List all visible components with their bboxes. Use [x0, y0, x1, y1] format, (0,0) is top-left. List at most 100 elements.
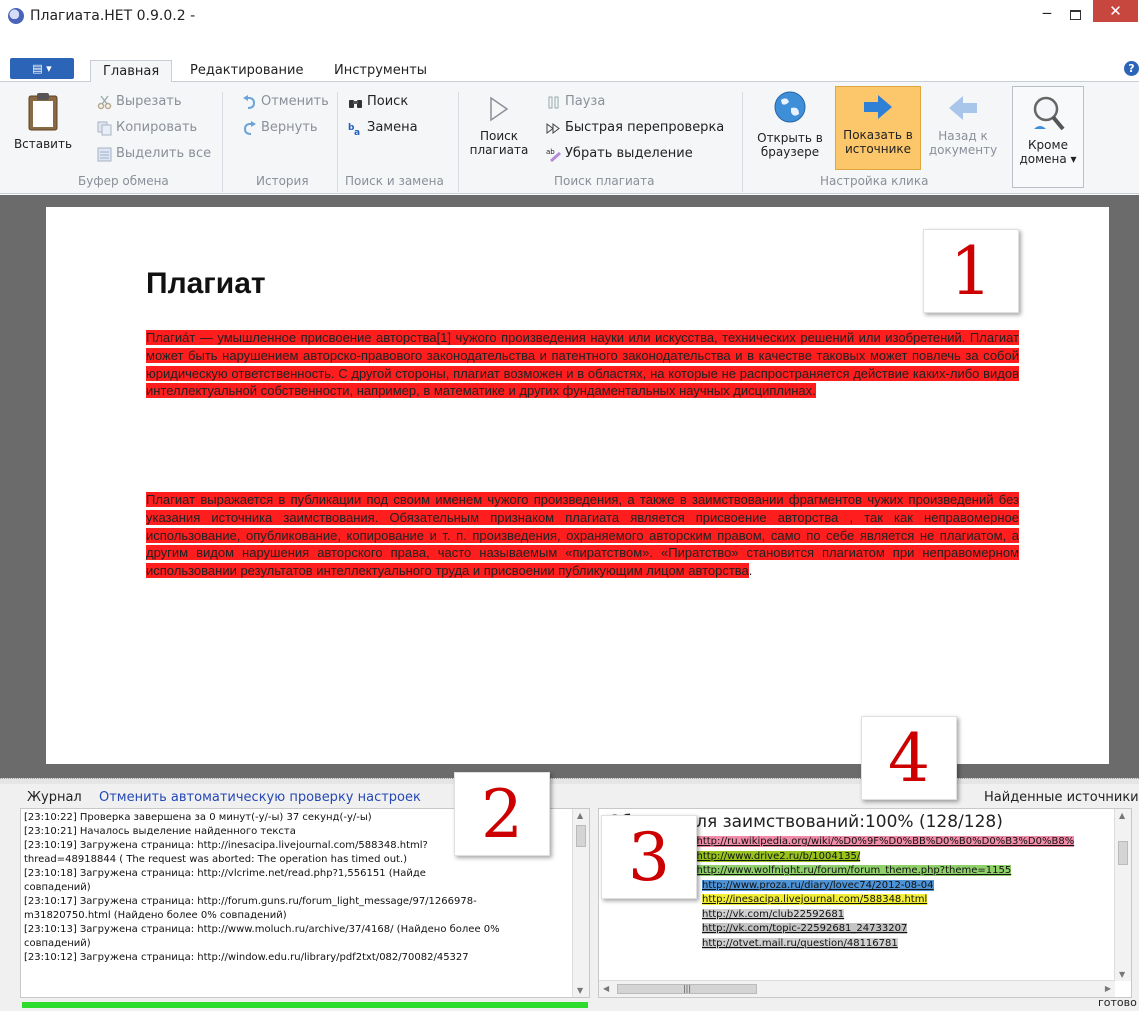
clipboard-icon [28, 93, 58, 131]
document-page[interactable]: Плагиат Плагиáт — умышленное присвоение … [46, 207, 1109, 764]
title-bar: Плагиата.НЕТ 0.9.0.2 - ‒ ✕ [0, 0, 1139, 32]
open-in-browser-button[interactable]: Открыть в браузере [752, 90, 828, 159]
scroll-thumb[interactable] [576, 825, 586, 847]
document-heading: Плагиат [146, 267, 266, 300]
fast-forward-icon [546, 122, 560, 134]
source-url-link[interactable]: http://vk.com/topic-22592681_24733207 [702, 923, 908, 934]
maximize-icon [1070, 10, 1081, 20]
log-line: совпадений) [24, 938, 91, 949]
journal-label: Журнал [27, 790, 82, 805]
app-icon [8, 8, 24, 24]
group-separator [458, 92, 459, 192]
source-url-link[interactable]: http://www.wolfnight.ru/forum/forum_them… [696, 865, 1012, 876]
copy-icon [97, 121, 112, 135]
select-all-icon [97, 147, 112, 161]
show-in-source-label: Показать в источнике [843, 128, 913, 156]
arrow-right-icon [864, 95, 892, 119]
source-url-link[interactable]: http://vk.com/club22592681 [702, 908, 845, 920]
replace-label: Замена [367, 120, 418, 135]
sources-hscrollbar[interactable]: ◀ ||| ▶ [599, 980, 1115, 997]
select-all-button[interactable]: Выделить все [97, 144, 211, 164]
document-paragraph: Плагиáт — умышленное присвоение авторств… [146, 329, 1019, 400]
plagiarism-highlight[interactable]: Плагиат выражается в публикации под свои… [146, 492, 1019, 579]
tab-home[interactable]: Главная [90, 60, 173, 83]
play-icon [490, 96, 509, 122]
back-to-document-button[interactable]: Назад к документу [924, 94, 1002, 157]
scroll-down-icon[interactable]: ▼ [1119, 970, 1125, 979]
magnifier-icon [1033, 96, 1065, 131]
group-separator [742, 92, 743, 192]
close-button[interactable]: ✕ [1093, 0, 1138, 22]
find-button[interactable]: Поиск [348, 92, 408, 112]
source-row[interactable]: http://vk.com/topic-22592681_24733207 [609, 922, 1114, 937]
undo-icon [243, 94, 256, 109]
redo-button[interactable]: Вернуть [242, 118, 318, 138]
arrow-left-icon [949, 96, 977, 120]
source-url-link[interactable]: http://ru.wikipedia.org/wiki/%D0%9F%D0%B… [696, 836, 1075, 847]
group-label-click-settings: Настройка клика [820, 174, 929, 188]
pause-icon [548, 96, 559, 108]
cut-button[interactable]: Вырезать [97, 92, 182, 112]
search-plagiarism-label: Поиск плагиата [469, 129, 529, 157]
source-row[interactable]: http://vk.com/club22592681 [609, 908, 1114, 923]
pause-label: Пауза [565, 94, 606, 109]
tab-edit[interactable]: Редактирование [178, 60, 315, 83]
cancel-auto-check-link[interactable]: Отменить автоматическую проверку настрое… [99, 790, 421, 805]
paragraph-tail: . [748, 563, 753, 579]
callout-marker-1: 1 [923, 229, 1019, 313]
scroll-thumb[interactable]: ||| [617, 984, 757, 994]
undo-button[interactable]: Отменить [242, 92, 329, 112]
source-url-link[interactable]: http://www.drive2.ru/b/1004135/ [696, 850, 861, 862]
paste-label: Вставить [13, 137, 73, 151]
except-domain-label: Кроме домена ▾ [1019, 138, 1077, 166]
copy-button[interactable]: Копировать [97, 118, 197, 138]
scroll-left-icon[interactable]: ◀ [603, 984, 609, 993]
source-url-link[interactable]: http://otvet.mail.ru/question/48116781 [702, 937, 898, 949]
binoculars-icon [349, 99, 362, 108]
scroll-up-icon[interactable]: ▲ [577, 811, 583, 820]
group-label-find-replace: Поиск и замена [345, 174, 444, 188]
minimize-button[interactable]: ‒ [1035, 5, 1059, 26]
scroll-up-icon[interactable]: ▲ [1119, 811, 1125, 820]
clear-selection-button[interactable]: ab Убрать выделение [546, 144, 693, 164]
select-all-label: Выделить все [116, 146, 212, 161]
source-row[interactable]: http://otvet.mail.ru/question/48116781 [609, 937, 1114, 952]
source-url-link[interactable]: http://inesacipa.livejournal.com/588348.… [702, 894, 928, 905]
quick-recheck-button[interactable]: Быстрая перепроверка [546, 118, 724, 138]
open-in-browser-label: Открыть в браузере [757, 131, 823, 159]
scroll-right-icon[interactable]: ▶ [1105, 984, 1111, 993]
undo-label: Отменить [261, 94, 329, 109]
tab-tools[interactable]: Инструменты [322, 60, 439, 83]
svg-text:ab: ab [546, 148, 555, 156]
help-icon[interactable]: ? [1124, 61, 1139, 76]
replace-button[interactable]: ba Замена [348, 118, 418, 138]
plagiarism-highlight[interactable]: Плагиáт — умышленное присвоение авторств… [146, 330, 1019, 399]
callout-marker-2: 2 [454, 772, 550, 856]
show-in-source-button[interactable]: Показать в источнике [835, 86, 921, 170]
group-label-history: История [256, 174, 309, 188]
globe-icon [774, 91, 806, 123]
source-url-link[interactable]: http://www.proza.ru/diary/lovec74/2012-0… [702, 879, 934, 891]
log-line: совпадений) [24, 882, 91, 893]
copy-label: Копировать [116, 120, 198, 135]
back-to-document-label: Назад к документу [928, 129, 998, 157]
redo-icon [243, 120, 256, 135]
group-separator [337, 92, 338, 192]
scroll-thumb[interactable] [1118, 841, 1128, 865]
callout-marker-4: 4 [861, 716, 957, 800]
log-line: m31820750.html (Найдено более 0% совпаде… [24, 910, 287, 921]
cut-label: Вырезать [116, 94, 182, 109]
log-line: [23:10:18] Загружена страница: http://vl… [24, 868, 426, 879]
paste-button[interactable]: Вставить [6, 92, 80, 151]
scroll-down-icon[interactable]: ▼ [577, 986, 583, 995]
sources-scrollbar[interactable]: ▲ ▼ [1114, 809, 1131, 981]
group-label-plagiarism-search: Поиск плагиата [554, 174, 655, 188]
eraser-icon: ab [546, 148, 561, 162]
maximize-button[interactable] [1064, 6, 1088, 26]
except-domain-button[interactable]: Кроме домена ▾ [1012, 86, 1084, 188]
file-menu-button[interactable]: ▤ ▾ [10, 58, 74, 79]
log-scrollbar[interactable]: ▲ ▼ [572, 809, 589, 997]
search-plagiarism-button[interactable]: Поиск плагиата [468, 96, 530, 157]
pause-button[interactable]: Пауза [546, 92, 605, 112]
group-separator [222, 92, 223, 192]
